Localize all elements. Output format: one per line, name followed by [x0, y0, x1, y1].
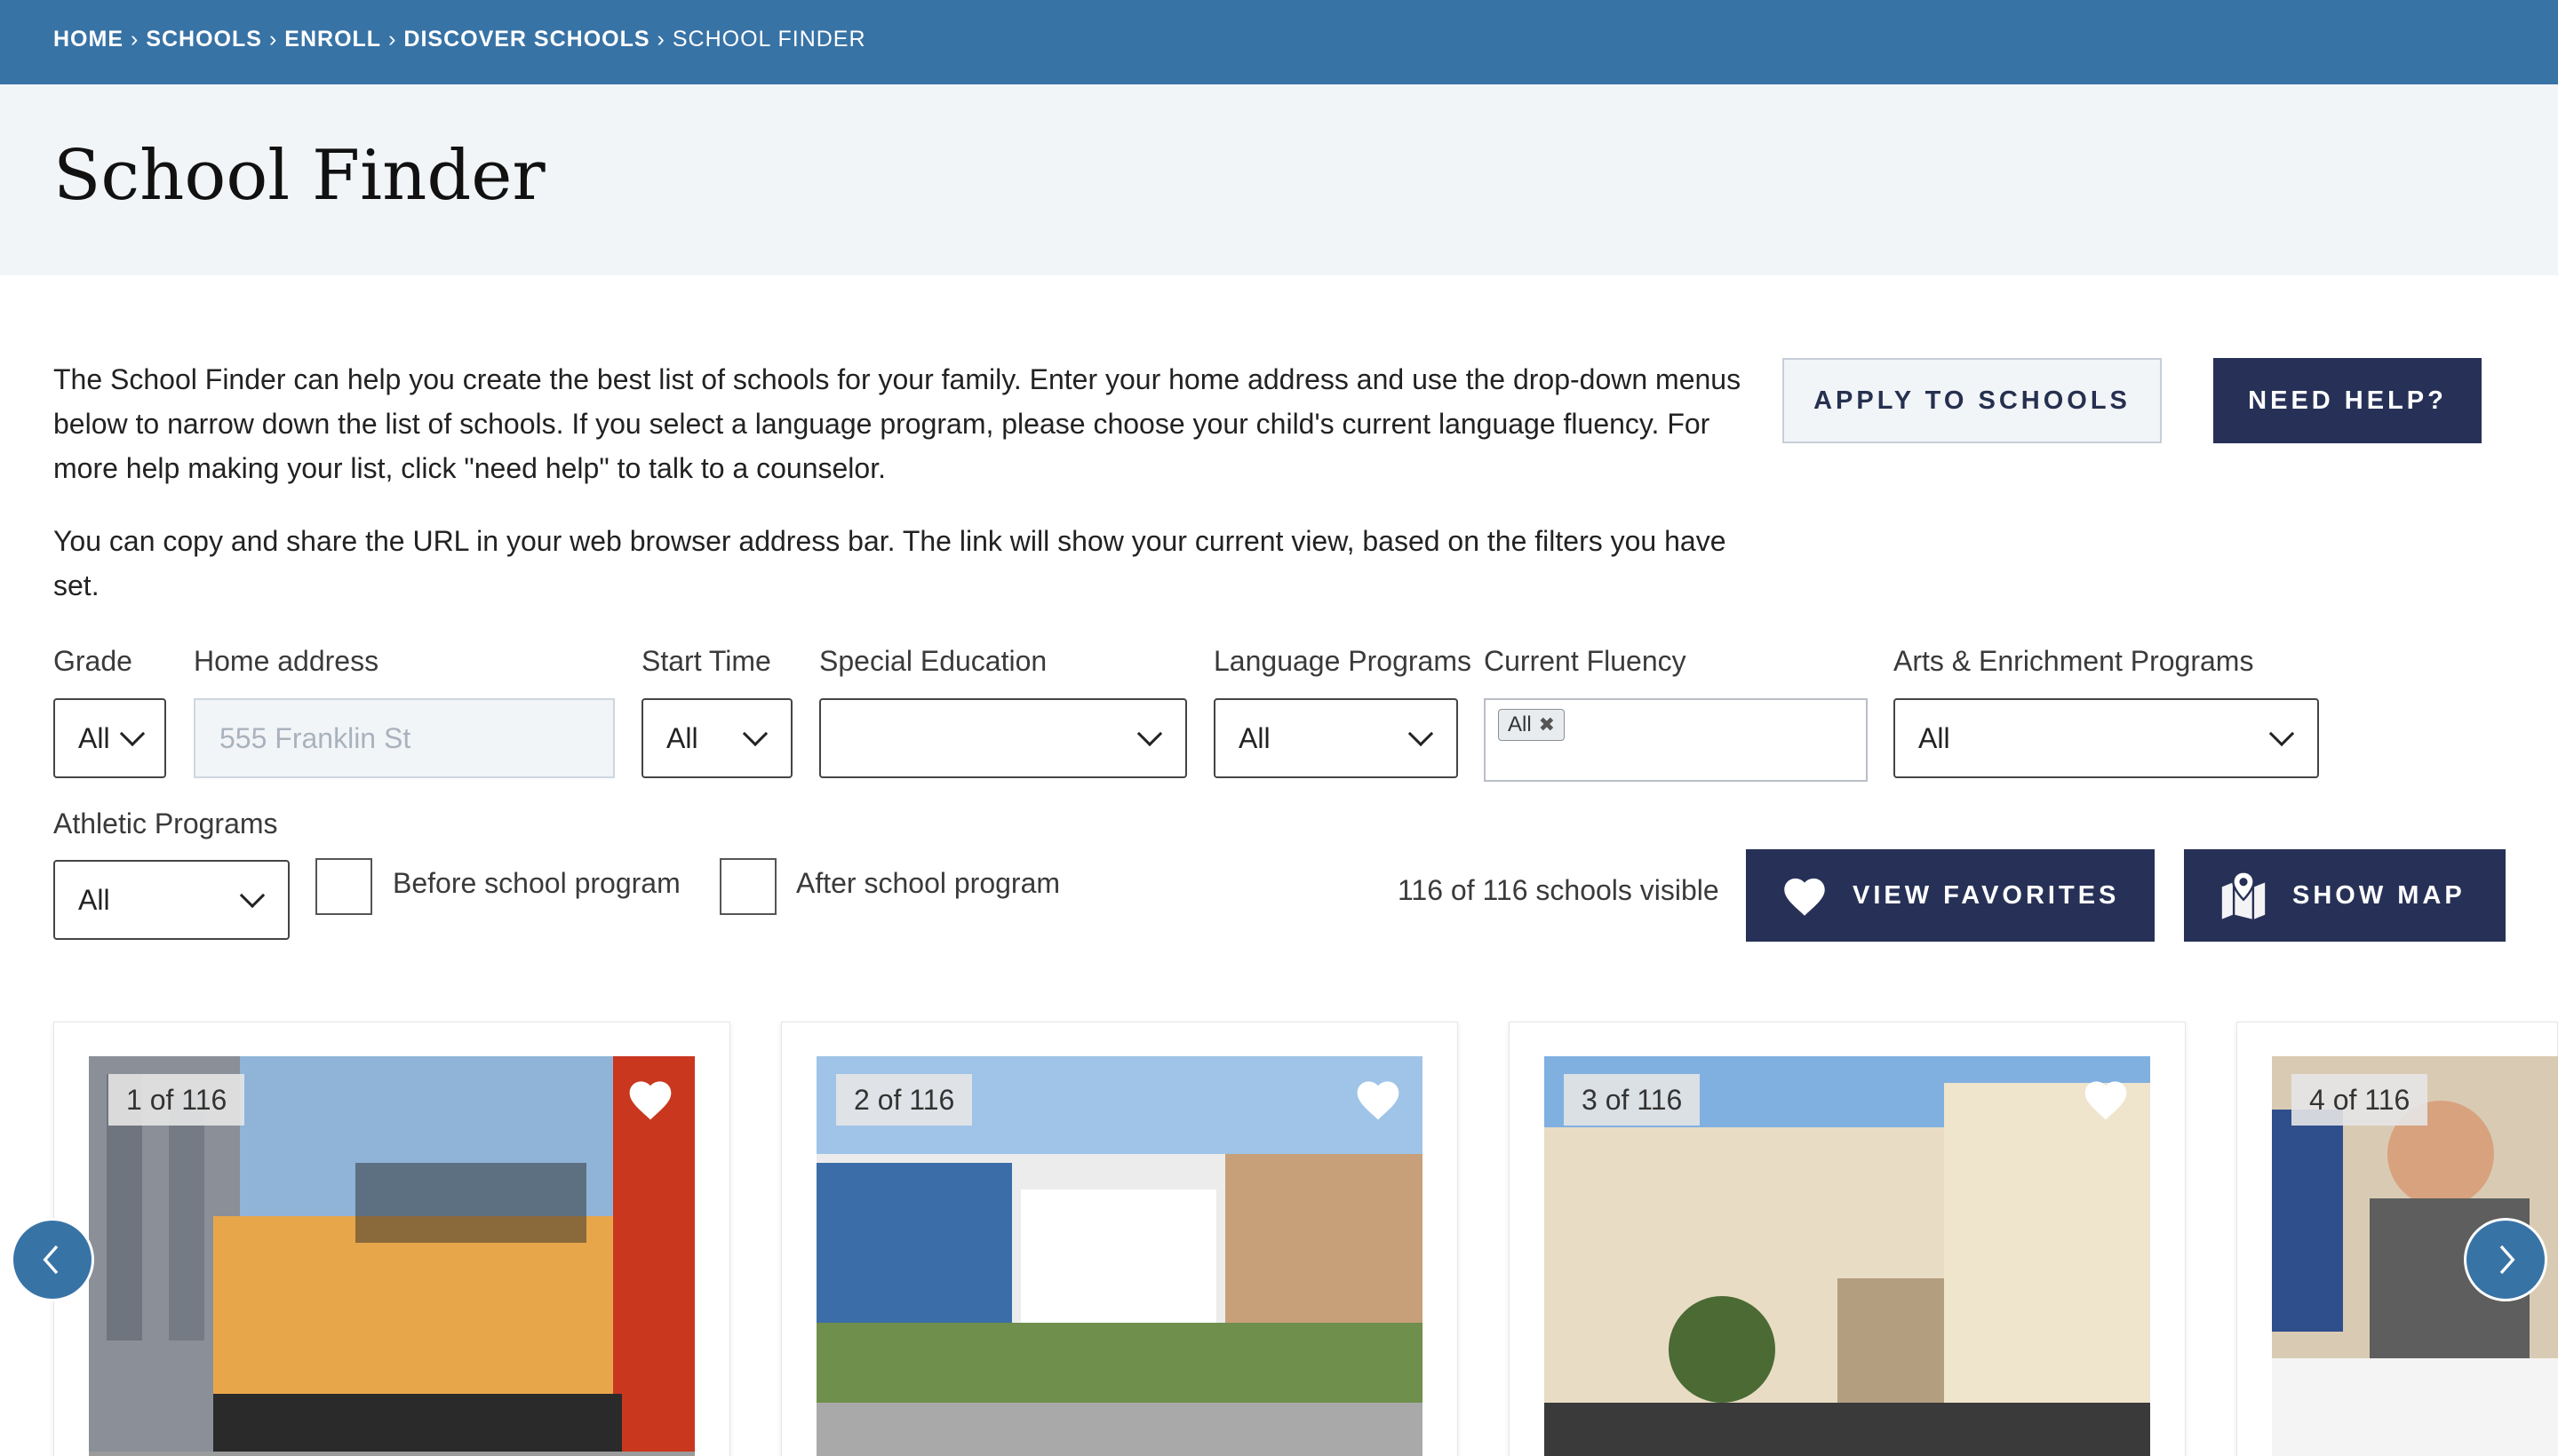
breadcrumb-bar: HOME › SCHOOLS › ENROLL › DISCOVER SCHOO… [0, 0, 2558, 84]
chevron-down-icon [2268, 720, 2295, 747]
start-time-value: All [666, 721, 698, 754]
arts-enrichment-label: Arts & Enrichment Programs [1893, 645, 2254, 677]
special-education-select[interactable] [819, 698, 1187, 778]
show-map-label: SHOW MAP [2292, 880, 2466, 910]
show-map-button[interactable]: SHOW MAP [2184, 849, 2506, 942]
breadcrumb-home-link[interactable]: HOME [53, 27, 124, 52]
fluency-tag-label: All [1508, 712, 1532, 736]
language-programs-select[interactable]: All [1214, 698, 1458, 778]
school-photo: 3 of 116 [1544, 1056, 2150, 1456]
grade-select[interactable]: All [53, 698, 166, 778]
chevron-down-icon [1407, 720, 1434, 747]
intro-paragraph: You can copy and share the URL in your w… [53, 525, 1726, 601]
current-fluency-label: Current Fluency [1484, 645, 1686, 677]
card-counter: 1 of 116 [108, 1074, 245, 1126]
view-favorites-label: VIEW FAVORITES [1853, 880, 2120, 910]
card-counter: 2 of 116 [836, 1074, 973, 1126]
breadcrumb-separator: › [388, 27, 397, 52]
card-counter: 4 of 116 [2291, 1074, 2428, 1126]
school-photo: 1 of 116 [89, 1056, 695, 1456]
athletic-programs-value: All [78, 883, 110, 916]
home-address-input[interactable] [194, 698, 615, 778]
breadcrumb-discover-link[interactable]: DISCOVER SCHOOLS [403, 27, 649, 52]
breadcrumb-schools-link[interactable]: SCHOOLS [146, 27, 262, 52]
apply-to-schools-button[interactable]: APPLY TO SCHOOLS [1782, 358, 2162, 443]
favorite-heart-icon[interactable] [626, 1074, 675, 1124]
chevron-down-icon [742, 720, 769, 747]
after-school-checkbox[interactable] [720, 858, 777, 915]
remove-tag-icon[interactable]: ✖ [1539, 713, 1555, 736]
school-card[interactable]: 2 of 116 [781, 1022, 1458, 1456]
school-card[interactable]: 3 of 116 [1509, 1022, 2186, 1456]
chevron-left-icon [43, 1245, 59, 1275]
view-favorites-button[interactable]: VIEW FAVORITES [1746, 849, 2155, 942]
athletic-programs-select[interactable]: All [53, 860, 290, 940]
intro-paragraph: The School Finder can help you create th… [53, 363, 1741, 484]
schools-visible-count: 116 of 116 schools visible [1398, 874, 1719, 906]
breadcrumb: HOME › SCHOOLS › ENROLL › DISCOVER SCHOO… [53, 27, 866, 52]
after-school-label: After school program [796, 867, 1061, 899]
breadcrumb-separator: › [657, 27, 665, 52]
arts-enrichment-value: All [1918, 721, 1950, 754]
before-school-label: Before school program [393, 867, 681, 899]
chevron-down-icon [239, 882, 266, 909]
chevron-down-icon [1136, 720, 1163, 747]
school-photo: 2 of 116 [817, 1056, 1422, 1456]
start-time-select[interactable]: All [641, 698, 793, 778]
breadcrumb-current: SCHOOL FINDER [672, 27, 866, 52]
carousel-prev-button[interactable] [11, 1218, 94, 1301]
title-band: School Finder [0, 84, 2558, 275]
card-counter: 3 of 116 [1564, 1074, 1701, 1126]
breadcrumb-separator: › [268, 27, 278, 52]
grade-value: All [78, 721, 110, 754]
start-time-label: Start Time [641, 645, 771, 677]
current-fluency-multiselect[interactable]: All ✖ [1484, 698, 1868, 782]
intro-text: The School Finder can help you create th… [53, 357, 1741, 608]
carousel-next-button[interactable] [2464, 1218, 2547, 1301]
grade-label: Grade [53, 645, 132, 677]
favorite-heart-icon[interactable] [1353, 1074, 1403, 1124]
special-education-label: Special Education [819, 645, 1048, 677]
map-pin-icon [2221, 871, 2266, 919]
school-card[interactable]: 1 of 116 [53, 1022, 730, 1456]
language-programs-label: Language Programs [1214, 645, 1471, 677]
need-help-button[interactable]: NEED HELP? [2213, 358, 2482, 443]
arts-enrichment-select[interactable]: All [1893, 698, 2319, 778]
chevron-right-icon [2499, 1245, 2515, 1275]
chevron-down-icon [119, 720, 146, 747]
favorite-heart-icon[interactable] [2081, 1074, 2131, 1124]
heart-icon [1784, 878, 1825, 916]
breadcrumb-separator: › [131, 27, 139, 52]
athletic-programs-label: Athletic Programs [53, 808, 278, 839]
language-programs-value: All [1239, 721, 1271, 754]
fluency-tag: All ✖ [1498, 709, 1566, 741]
home-address-label: Home address [194, 645, 379, 677]
before-school-checkbox[interactable] [315, 858, 372, 915]
breadcrumb-enroll-link[interactable]: ENROLL [284, 27, 381, 52]
page-title: School Finder [53, 136, 546, 216]
